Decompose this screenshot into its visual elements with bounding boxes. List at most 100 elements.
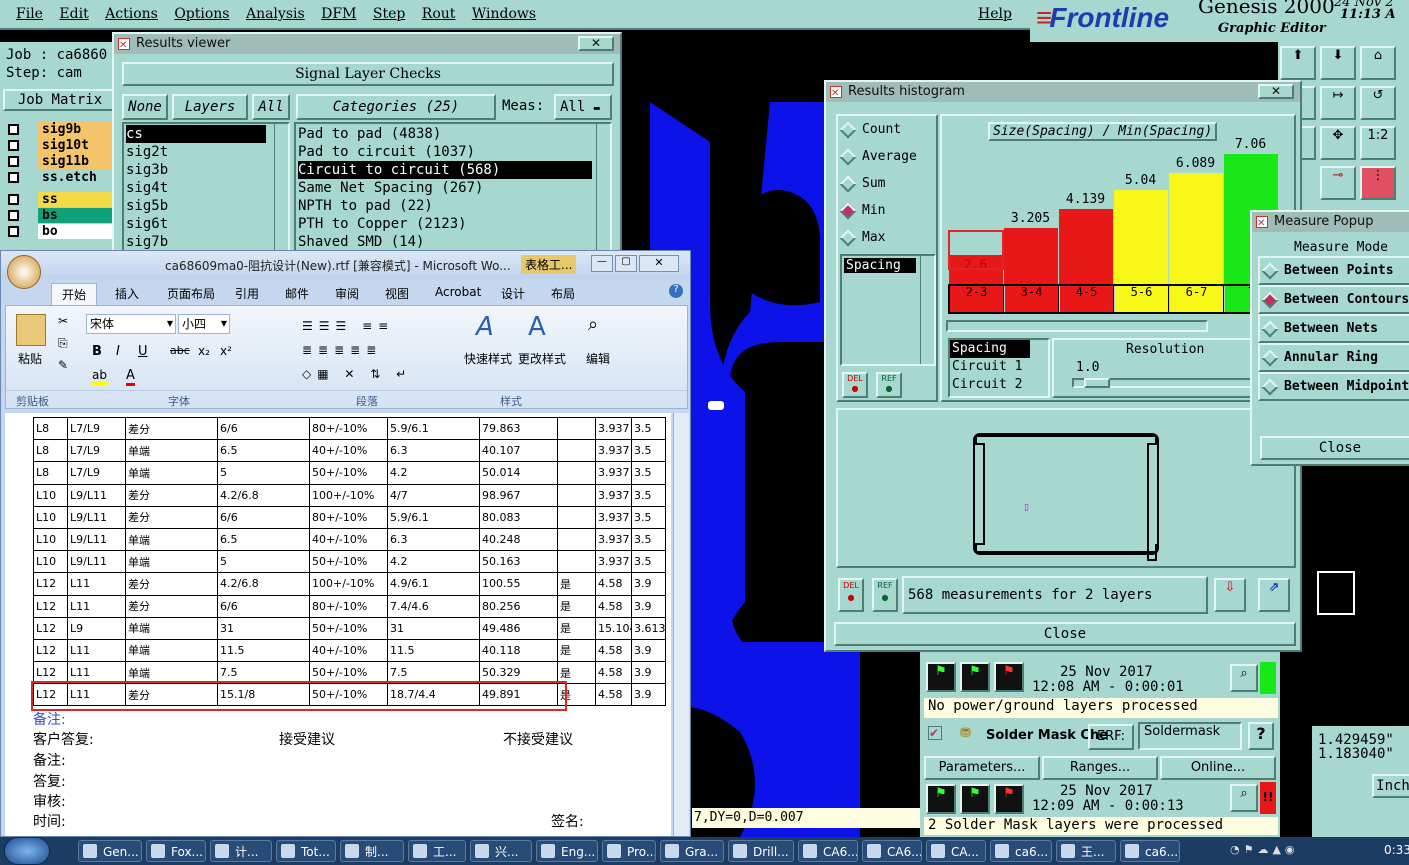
bold-icon[interactable]: B xyxy=(92,344,102,359)
layer-toggle-icon[interactable] xyxy=(8,194,19,205)
taskbar-button[interactable]: Gra... xyxy=(660,840,724,862)
menu-help[interactable]: Help xyxy=(978,6,1012,22)
histogram-bar[interactable] xyxy=(1169,173,1223,284)
menu-rout[interactable]: Rout xyxy=(422,6,456,22)
undo-icon[interactable]: ↺ xyxy=(1360,86,1396,120)
measure-mode-option[interactable]: Between Nets xyxy=(1258,314,1409,343)
job-matrix-button[interactable]: Job Matrix xyxy=(3,89,117,111)
start-button[interactable] xyxy=(4,837,50,865)
layer-list-scrollbar[interactable] xyxy=(274,124,288,250)
strikethrough-icon[interactable]: abc xyxy=(170,344,190,357)
arrow-icon[interactable]: ↦ xyxy=(1320,86,1356,120)
layer-toggle-icon[interactable] xyxy=(8,226,19,237)
stat-radio-option[interactable]: Min xyxy=(838,202,936,230)
table-tools-tab[interactable]: 表格工... xyxy=(521,255,577,274)
office-button[interactable] xyxy=(7,255,41,289)
unit-button[interactable]: Inch xyxy=(1372,774,1409,798)
left-layer-row[interactable]: bo xyxy=(4,224,118,240)
ranges-button[interactable]: Ranges... xyxy=(1042,756,1158,780)
category-list-scrollbar[interactable] xyxy=(596,124,610,250)
layer-list[interactable]: cs sig2t sig3b sig4t sig5b sig6t sig7b xyxy=(122,122,290,252)
taskbar-button[interactable]: CA6... xyxy=(862,840,922,862)
layer-list-item[interactable]: sig2t xyxy=(126,143,286,161)
none-button[interactable]: None xyxy=(122,94,168,120)
category-list-item[interactable]: Shaved SMD (14) xyxy=(298,233,608,250)
select-list-item[interactable]: Circuit 1 xyxy=(950,358,1048,376)
select-list-item[interactable]: Spacing xyxy=(950,340,1030,358)
layer-list-item[interactable]: sig6t xyxy=(126,215,286,233)
menu-windows[interactable]: Windows xyxy=(472,6,536,22)
histogram-list[interactable]: Spacing xyxy=(840,254,936,366)
menu-dfm[interactable]: DFM xyxy=(321,6,356,22)
layer-toggle-icon[interactable] xyxy=(8,156,19,167)
ref-button-2[interactable]: REF ● xyxy=(872,578,898,612)
italic-icon[interactable]: I xyxy=(116,344,120,359)
histogram-list-scrollbar[interactable] xyxy=(920,256,934,364)
ribbon-tab[interactable]: 设计 xyxy=(491,283,535,304)
layer-list-item[interactable]: sig4t xyxy=(126,179,286,197)
parameters-button[interactable]: Parameters... xyxy=(924,756,1040,780)
taskbar-button[interactable]: ca6... xyxy=(1120,840,1180,862)
layer-toggle-icon[interactable] xyxy=(8,210,19,221)
category-list-item[interactable]: Same Net Spacing (267) xyxy=(298,179,608,197)
category-list-item[interactable]: Pad to circuit (1037) xyxy=(298,143,608,161)
stop-icon[interactable]: ⚑ xyxy=(994,662,1024,692)
ribbon-tab[interactable]: 布局 xyxy=(541,283,585,304)
menu-file[interactable]: File xyxy=(16,6,43,22)
export-icon-1[interactable]: ⇩ xyxy=(1214,578,1246,612)
ribbon-tab[interactable]: 视图 xyxy=(375,283,419,304)
taskbar-button[interactable]: 王... xyxy=(1056,840,1116,862)
run-all-icon[interactable]: ⚑ xyxy=(960,662,990,692)
font-size-select[interactable]: 小四 ▼ xyxy=(178,314,230,334)
cut-icon[interactable]: ✂ xyxy=(58,314,68,328)
left-layer-row[interactable]: sig10t xyxy=(4,138,118,154)
taskbar-button[interactable]: Fox... xyxy=(146,840,206,862)
minimize-button[interactable]: — xyxy=(591,255,613,272)
histogram-list-item[interactable]: Spacing xyxy=(844,258,916,273)
copy-icon[interactable]: ⎘ xyxy=(58,336,68,351)
zoom-results-icon-2[interactable]: ⌕ xyxy=(1230,784,1258,812)
help-icon[interactable]: ? xyxy=(669,284,683,298)
font-color-icon[interactable]: A xyxy=(126,368,135,386)
measure-mode-option[interactable]: Between Contours xyxy=(1258,285,1409,314)
down-icon[interactable]: ⬇ xyxy=(1320,46,1356,80)
menu-step[interactable]: Step xyxy=(373,6,405,22)
taskbar-button[interactable]: Tot... xyxy=(276,840,336,862)
layer-list-item[interactable]: sig5b xyxy=(126,197,286,215)
taskbar-button[interactable]: ca6... xyxy=(990,840,1052,862)
ribbon-tab[interactable]: 开始 xyxy=(51,283,98,305)
edit-label[interactable]: 编辑 xyxy=(586,350,610,367)
highlight-icon[interactable]: ab xyxy=(92,368,107,385)
del-button-2[interactable]: DEL ● xyxy=(838,578,864,612)
taskbar-button[interactable]: Drill... xyxy=(728,840,794,862)
left-layer-row[interactable]: sig11b xyxy=(4,154,118,170)
stat-radio-option[interactable]: Average xyxy=(838,148,936,176)
left-layer-row[interactable]: bs xyxy=(4,208,118,224)
ribbon-tab[interactable]: 引用 xyxy=(225,283,269,304)
category-list-item[interactable]: Pad to pad (4838) xyxy=(298,125,608,143)
taskbar-button[interactable]: Pro... xyxy=(602,840,656,862)
taskbar-button[interactable]: CA... xyxy=(926,840,986,862)
online-button[interactable]: Online... xyxy=(1160,756,1276,780)
histogram-bar[interactable] xyxy=(1114,190,1168,284)
measure-mode-option[interactable]: Between Midpoints xyxy=(1258,372,1409,401)
quick-style-label[interactable]: 快速样式 xyxy=(464,350,512,367)
histogram-close-button[interactable]: Close xyxy=(834,622,1296,646)
grid-icon[interactable]: ⋮ xyxy=(1360,166,1396,200)
histogram-hscroll[interactable] xyxy=(946,320,1208,332)
del-button[interactable]: DEL ● xyxy=(842,372,868,398)
scale-icon[interactable]: 1:2 xyxy=(1360,126,1396,160)
category-list-item[interactable]: NPTH to pad (22) xyxy=(298,197,608,215)
change-style-icon[interactable]: A xyxy=(528,312,546,342)
layer-list-item[interactable]: sig7b xyxy=(126,233,286,250)
stat-radio-option[interactable]: Sum xyxy=(838,175,936,203)
layer-list-item[interactable]: sig3b xyxy=(126,161,286,179)
ribbon-tab[interactable]: 邮件 xyxy=(275,283,319,304)
check-enable-checkbox[interactable]: ✔ xyxy=(928,726,942,740)
left-layer-row[interactable]: ss.etch xyxy=(4,170,118,192)
superscript-icon[interactable]: x² xyxy=(220,344,232,358)
spacing-select-list[interactable]: Spacing Circuit 1 Circuit 2 xyxy=(948,338,1050,398)
taskbar-button[interactable]: Eng... xyxy=(536,840,598,862)
home-icon[interactable]: ⌂ xyxy=(1360,46,1396,80)
layer-toggle-icon[interactable] xyxy=(8,140,19,151)
